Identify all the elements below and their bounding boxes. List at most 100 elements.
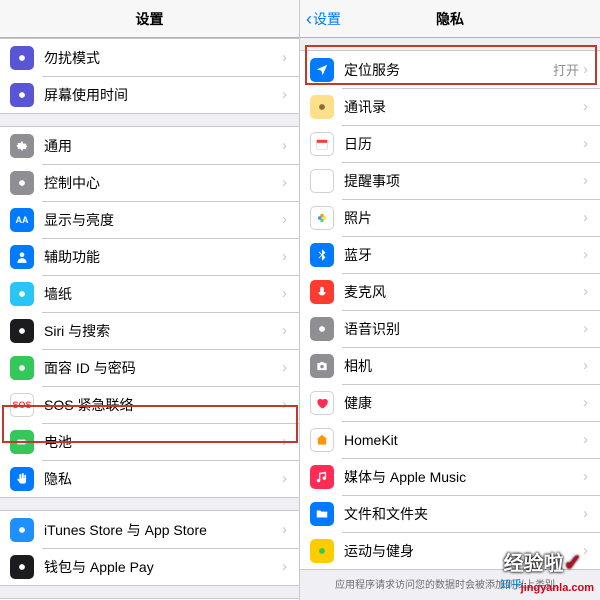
settings-row[interactable]: 电池› [0,423,299,460]
chevron-right-icon: › [583,432,588,447]
settings-row[interactable]: 控制中心› [0,164,299,201]
settings-row[interactable]: HomeKit› [300,421,600,458]
settings-row[interactable]: 日历› [300,125,600,162]
SOS-icon: SOS [10,393,34,417]
appstore-icon [10,518,34,542]
home-icon [310,428,334,452]
watermark-text: 经验啦✓ [504,547,582,576]
hand-icon [10,467,34,491]
zhihu-watermark: 知乎 [500,576,522,592]
settings-row[interactable]: 屏幕使用时间› [0,76,299,113]
wave-icon [310,317,334,341]
mic-icon [310,280,334,304]
chevron-right-icon: › [282,87,287,102]
navbar-title: 设置 [136,9,164,29]
settings-row[interactable]: 辅助功能› [0,238,299,275]
row-label: HomeKit [344,432,583,448]
folder-icon [310,502,334,526]
settings-row[interactable]: 面容 ID 与密码› [0,349,299,386]
settings-row[interactable]: AA显示与亮度› [0,201,299,238]
settings-screen: 设置 勿扰模式›屏幕使用时间›通用›控制中心›AA显示与亮度›辅助功能›墙纸›S… [0,0,300,600]
settings-row[interactable]: 媒体与 Apple Music› [300,458,600,495]
row-label: iTunes Store 与 App Store [44,520,282,540]
chevron-right-icon: › [583,247,588,262]
battery-icon [10,430,34,454]
settings-row[interactable]: 定位服务打开› [300,51,600,88]
row-label: 隐私 [44,469,282,489]
runner-icon [310,539,334,563]
settings-row[interactable]: 提醒事项› [300,162,600,199]
settings-row[interactable]: 勿扰模式› [0,39,299,76]
row-label: 屏幕使用时间 [44,85,282,105]
row-label: 文件和文件夹 [344,504,583,524]
hourglass-icon [10,83,34,107]
chevron-right-icon: › [282,212,287,227]
row-detail: 打开 [553,60,579,79]
row-label: 钱包与 Apple Pay [44,557,282,577]
settings-group: iTunes Store 与 App Store›钱包与 Apple Pay› [0,510,299,586]
watermark-url: jingyanla.com [521,582,594,594]
navbar-title: 隐私 [436,9,464,29]
settings-group: 定位服务打开›通讯录›日历›提醒事项›照片›蓝牙›麦克风›语音识别›相机›健康›… [300,50,600,570]
settings-group: 通用›控制中心›AA显示与亮度›辅助功能›墙纸›Siri 与搜索›面容 ID 与… [0,126,299,498]
sliders-icon [10,171,34,195]
settings-row[interactable]: 麦克风› [300,273,600,310]
reminders-icon [310,169,334,193]
person-icon [10,245,34,269]
settings-row[interactable]: 健康› [300,384,600,421]
settings-row[interactable]: SOSSOS 紧急联络› [0,386,299,423]
chevron-right-icon: › [583,136,588,151]
navbar-privacy: ‹ 设置 隐私 [300,0,600,38]
chevron-right-icon: › [583,543,588,558]
chevron-right-icon: › [282,360,287,375]
back-label: 设置 [313,9,341,29]
row-label: 显示与亮度 [44,210,282,230]
face-icon [10,356,34,380]
settings-row[interactable]: 文件和文件夹› [300,495,600,532]
chevron-right-icon: › [583,99,588,114]
siri-icon [10,319,34,343]
settings-row[interactable]: Siri 与搜索› [0,312,299,349]
bluetooth-icon [310,243,334,267]
settings-row[interactable]: 照片› [300,199,600,236]
settings-row[interactable]: 蓝牙› [300,236,600,273]
moon-icon [10,46,34,70]
row-label: 勿扰模式 [44,48,282,68]
camera-icon [310,354,334,378]
navbar-settings: 设置 [0,0,299,38]
settings-row[interactable]: 通用› [0,127,299,164]
chevron-right-icon: › [282,138,287,153]
privacy-screen: ‹ 设置 隐私 定位服务打开›通讯录›日历›提醒事项›照片›蓝牙›麦克风›语音识… [300,0,600,600]
back-button[interactable]: ‹ 设置 [306,9,341,29]
chevron-right-icon: › [583,395,588,410]
contact-icon [310,95,334,119]
settings-row[interactable]: 相机› [300,347,600,384]
settings-row[interactable]: iTunes Store 与 App Store› [0,511,299,548]
settings-row[interactable]: 通讯录› [300,88,600,125]
gear-icon [10,134,34,158]
row-label: 麦克风 [344,282,583,302]
music-icon [310,465,334,489]
row-label: 日历 [344,134,583,154]
row-label: 健康 [344,393,583,413]
settings-row[interactable]: 墙纸› [0,275,299,312]
chevron-right-icon: › [282,522,287,537]
chevron-right-icon: › [583,506,588,521]
settings-row[interactable]: 隐私› [0,460,299,497]
chevron-right-icon: › [282,471,287,486]
settings-row[interactable]: 语音识别› [300,310,600,347]
settings-row[interactable]: 钱包与 Apple Pay› [0,548,299,585]
row-label: SOS 紧急联络 [44,395,282,415]
chevron-right-icon: › [583,358,588,373]
row-label: 语音识别 [344,319,583,339]
row-label: Siri 与搜索 [44,321,282,341]
row-label: 照片 [344,208,583,228]
check-icon: ✓ [564,550,582,575]
heart-icon [310,391,334,415]
chevron-right-icon: › [282,286,287,301]
chevron-right-icon: › [282,434,287,449]
location-icon [310,58,334,82]
flower-icon [10,282,34,306]
row-label: 控制中心 [44,173,282,193]
wallet-icon [10,555,34,579]
